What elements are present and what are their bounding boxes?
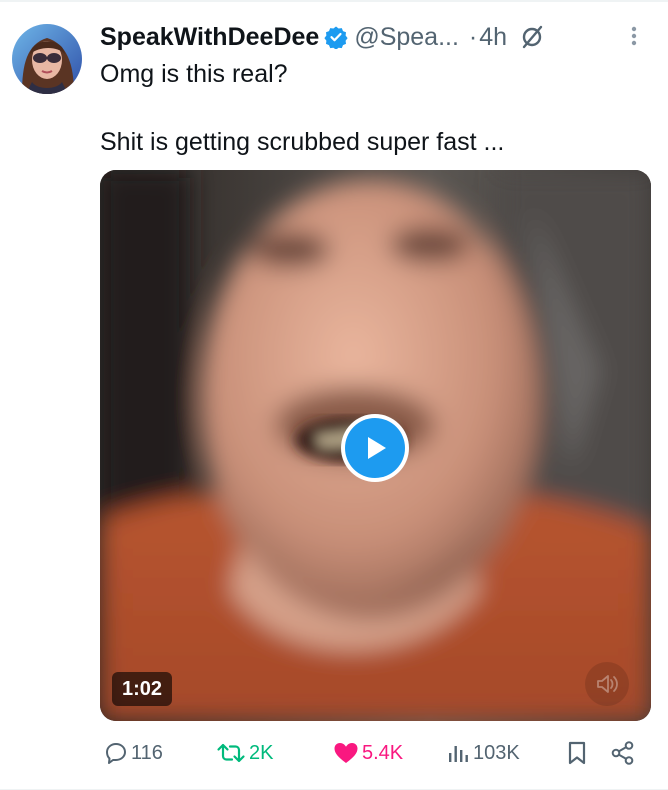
bookmark-button[interactable]	[565, 736, 589, 770]
reply-count: 116	[131, 741, 163, 764]
tweet-text-line-2: Shit is getting scrubbed super fast ...	[100, 128, 505, 156]
heart-filled-icon	[334, 743, 358, 763]
like-count: 5.4K	[362, 741, 404, 764]
volume-muted-icon[interactable]	[585, 662, 629, 706]
tweet-text-line-1: Omg is this real?	[100, 60, 288, 88]
repost-button[interactable]: 2K	[216, 736, 273, 770]
like-button[interactable]: 5.4K	[333, 736, 403, 770]
repost-icon	[217, 743, 245, 763]
repost-count: 2K	[249, 741, 274, 764]
top-divider	[0, 0, 668, 2]
video-player[interactable]: 1:02	[100, 170, 651, 721]
play-icon	[345, 418, 405, 478]
timestamp[interactable]: 4h	[479, 23, 507, 52]
video-duration: 1:02	[112, 672, 173, 706]
reply-icon	[106, 743, 126, 764]
reply-button[interactable]: 116	[104, 736, 163, 770]
separator-dot: ·	[468, 22, 478, 51]
avatar-image	[12, 24, 82, 94]
views-button[interactable]: 103K	[446, 736, 520, 770]
tweet-header: SpeakWithDeeDee @Spea... · 4h	[100, 20, 648, 54]
verified-badge-icon	[324, 25, 348, 50]
bookmark-icon	[568, 741, 586, 765]
user-handle[interactable]: @Spea...	[354, 23, 459, 52]
views-chart-icon	[449, 746, 468, 762]
grok-icon[interactable]	[519, 24, 545, 50]
avatar[interactable]	[12, 24, 82, 94]
share-icon	[611, 741, 634, 765]
tweet-card[interactable]: SpeakWithDeeDee @Spea... · 4h Omg is thi…	[0, 0, 668, 790]
action-bar: 116 2K 5.4K 103K	[100, 736, 648, 770]
display-name[interactable]: SpeakWithDeeDee	[100, 23, 319, 52]
play-button[interactable]	[341, 414, 409, 482]
views-count: 103K	[473, 741, 520, 764]
share-button[interactable]	[610, 736, 636, 770]
more-vertical-icon[interactable]	[624, 24, 644, 48]
